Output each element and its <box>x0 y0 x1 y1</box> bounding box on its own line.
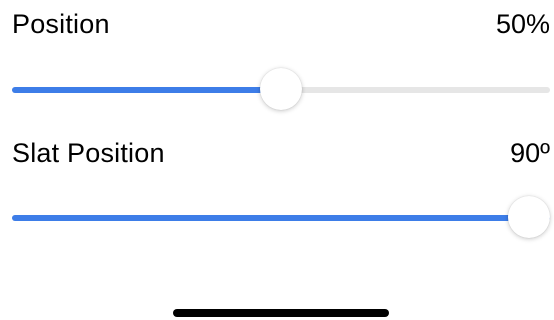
home-indicator[interactable] <box>173 309 389 317</box>
position-slider[interactable] <box>12 68 550 112</box>
position-value: 50% <box>495 9 550 39</box>
position-slider-thumb[interactable] <box>260 68 302 110</box>
slat-position-slider-fill <box>12 215 550 221</box>
position-slider-fill <box>12 87 281 93</box>
position-label: Position <box>12 9 110 39</box>
slat-position-slider[interactable] <box>12 196 550 240</box>
slat-position-slider-thumb[interactable] <box>508 196 550 238</box>
slat-position-label: Slat Position <box>12 138 165 168</box>
slat-position-value: 90º <box>510 138 550 168</box>
